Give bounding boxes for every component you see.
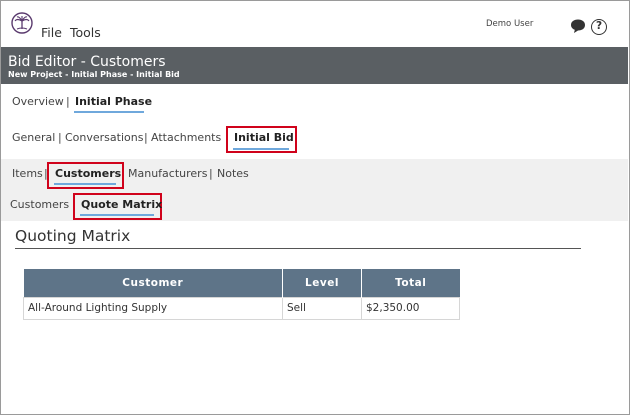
cell-total: $2,350.00 <box>361 296 460 320</box>
active-tab-underline <box>233 148 289 150</box>
section-divider <box>15 248 581 249</box>
menu-tools[interactable]: Tools <box>70 25 101 40</box>
active-tab-underline <box>54 183 116 185</box>
table-row[interactable]: All-Around Lighting Supply Sell $2,350.0… <box>23 296 460 320</box>
tab-separator: | <box>58 131 62 144</box>
tab-separator: | <box>209 167 213 180</box>
tab-items[interactable]: Items <box>12 167 43 180</box>
help-icon[interactable]: ? <box>591 19 607 35</box>
subtab-quote-matrix[interactable]: Quote Matrix <box>81 198 162 211</box>
tab-separator: | <box>66 95 70 108</box>
menu-file[interactable]: File <box>41 25 62 40</box>
tab-customers[interactable]: Customers <box>55 167 121 180</box>
column-header-total[interactable]: Total <box>361 269 460 297</box>
column-header-level[interactable]: Level <box>282 269 362 297</box>
breadcrumb: New Project - Initial Phase - Initial Bi… <box>8 70 180 79</box>
quoting-matrix-table: Customer Level Total All-Around Lighting… <box>23 269 460 320</box>
nav-level2: General | Conversations | Attachments In… <box>1 120 628 158</box>
page-title: Bid Editor - Customers <box>8 54 166 70</box>
tab-separator: | <box>144 131 148 144</box>
tab-conversations[interactable]: Conversations <box>65 131 143 144</box>
tab-initial-bid[interactable]: Initial Bid <box>234 131 294 144</box>
user-name[interactable]: Demo User <box>486 19 533 29</box>
section-title: Quoting Matrix <box>15 227 131 245</box>
column-header-customer[interactable]: Customer <box>23 269 283 297</box>
title-bar: Bid Editor - Customers New Project - Ini… <box>1 47 628 84</box>
tab-overview[interactable]: Overview <box>12 95 64 108</box>
chat-bubble-icon[interactable] <box>569 18 587 34</box>
top-bar: File Tools Demo User ? <box>1 1 628 47</box>
palm-tree-icon[interactable] <box>11 12 33 34</box>
tab-attachments[interactable]: Attachments <box>151 131 221 144</box>
subtab-customers[interactable]: Customers <box>10 198 69 211</box>
table-header-row: Customer Level Total <box>23 269 460 297</box>
help-glyph: ? <box>595 20 603 32</box>
nav-level3: Items | Customers Manufacturers | Notes <box>1 159 628 191</box>
active-tab-underline <box>80 214 154 216</box>
cell-customer: All-Around Lighting Supply <box>23 296 283 320</box>
tab-initial-phase[interactable]: Initial Phase <box>75 95 152 108</box>
cell-level: Sell <box>282 296 362 320</box>
tab-notes[interactable]: Notes <box>217 167 249 180</box>
tab-general[interactable]: General <box>12 131 55 144</box>
nav-level1: Overview | Initial Phase <box>1 86 628 120</box>
active-tab-underline <box>74 111 144 113</box>
tab-manufacturers[interactable]: Manufacturers <box>128 167 207 180</box>
nav-level4: Customers Quote Matrix <box>1 191 628 221</box>
